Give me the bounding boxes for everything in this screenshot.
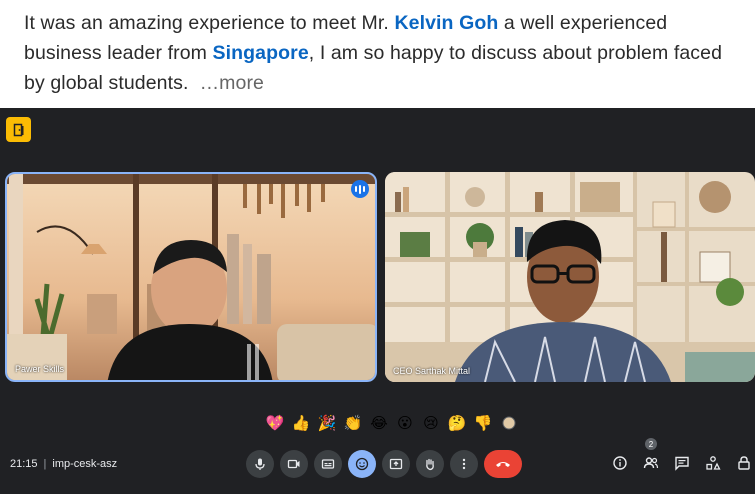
clap-reaction[interactable]: 👏 xyxy=(340,410,366,436)
party-reaction[interactable]: 🎉 xyxy=(314,410,340,436)
participant-count-badge: 2 xyxy=(645,438,657,450)
info-icon[interactable] xyxy=(609,452,631,474)
people-icon[interactable]: 2 xyxy=(640,438,662,474)
thumbs-up-reaction[interactable]: 👍 xyxy=(288,410,314,436)
participant-name-label: CEO Sarthak Mittal xyxy=(393,366,471,376)
activities-icon[interactable] xyxy=(702,452,724,474)
reaction-bar: 💖 👍 🎉 👏 😂 😮 😢 🤔 👎 xyxy=(262,408,522,438)
post-text-part: It was an amazing experience to meet Mr. xyxy=(24,12,395,34)
captions-icon[interactable] xyxy=(314,450,342,478)
microphone-icon[interactable] xyxy=(246,450,274,478)
chat-icon[interactable] xyxy=(671,452,693,474)
thumbs-down-reaction[interactable]: 👎 xyxy=(470,410,496,436)
end-call-icon[interactable] xyxy=(484,450,522,478)
speaking-indicator-icon xyxy=(351,180,369,198)
divider: | xyxy=(43,458,47,470)
skin-tone-icon[interactable] xyxy=(496,410,522,436)
mention-kelvin-goh[interactable]: Kelvin Goh xyxy=(394,12,498,34)
post-caption: It was an amazing experience to meet Mr.… xyxy=(24,8,739,98)
video-tile-pawer-skills[interactable]: Pawer Skills xyxy=(5,172,377,382)
thinking-reaction[interactable]: 🤔 xyxy=(444,410,470,436)
heart-reaction[interactable]: 💖 xyxy=(262,410,288,436)
surprised-reaction[interactable]: 😮 xyxy=(392,410,418,436)
meeting-code: imp-cesk-asz xyxy=(52,458,118,470)
more-options-icon[interactable] xyxy=(450,450,478,478)
raise-hand-icon[interactable] xyxy=(416,450,444,478)
door-icon[interactable] xyxy=(6,117,31,142)
meeting-time: 21:15 xyxy=(10,458,38,470)
sad-reaction[interactable]: 😢 xyxy=(418,410,444,436)
call-controls xyxy=(246,450,522,478)
see-more-link[interactable]: …more xyxy=(200,72,264,94)
participant-name-label: Pawer Skills xyxy=(15,364,65,374)
meeting-screenshot: Pawer Skills CEO Sarthak Mittal 💖 👍 🎉 👏 … xyxy=(0,108,755,494)
side-panel-controls: 2 xyxy=(609,438,755,474)
laugh-reaction[interactable]: 😂 xyxy=(366,410,392,436)
meeting-toolbar: 21:15 | imp-cesk-asz 2 xyxy=(0,438,755,484)
host-controls-icon[interactable] xyxy=(733,452,755,474)
video-tile-sarthak-mittal[interactable]: CEO Sarthak Mittal xyxy=(385,172,755,382)
emoji-icon[interactable] xyxy=(348,450,376,478)
present-icon[interactable] xyxy=(382,450,410,478)
meeting-info: 21:15 | imp-cesk-asz xyxy=(10,458,117,470)
mention-singapore[interactable]: Singapore xyxy=(213,42,309,64)
camera-icon[interactable] xyxy=(280,450,308,478)
participant-video xyxy=(7,174,375,380)
participant-video xyxy=(385,172,755,382)
